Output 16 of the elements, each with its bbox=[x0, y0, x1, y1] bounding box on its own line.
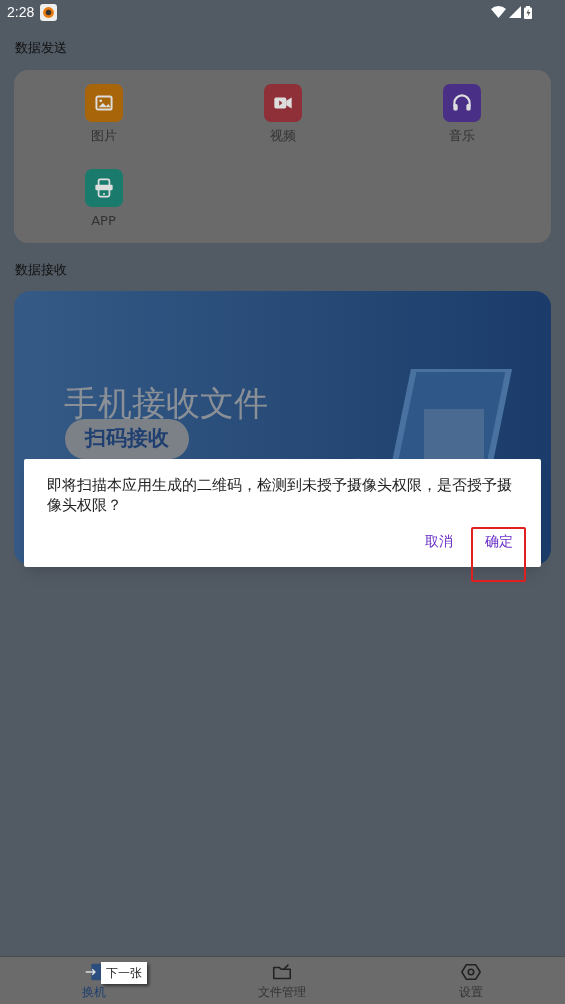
app-tile-icon[interactable] bbox=[84, 169, 123, 207]
wifi-icon bbox=[491, 6, 506, 18]
dialog-button[interactable]: 确定 bbox=[479, 529, 519, 553]
scan-receive-button[interactable]: 扫码接收 bbox=[65, 419, 189, 459]
dialog-button[interactable]: 取消 bbox=[419, 529, 459, 553]
music-tile-icon[interactable] bbox=[442, 84, 481, 122]
tooltip: 下一张 bbox=[101, 962, 147, 984]
section-title: 数据接收 bbox=[14, 261, 68, 279]
battery-icon bbox=[524, 5, 532, 19]
signal-icon bbox=[509, 6, 521, 18]
dialog-message: 即将扫描本应用生成的二维码，检测到未授予摄像头权限，是否授予摄像头权限？ bbox=[47, 476, 513, 515]
section-title: 数据发送 bbox=[14, 39, 68, 57]
video-tile-icon[interactable] bbox=[263, 84, 302, 122]
image-tile-icon[interactable] bbox=[84, 84, 123, 122]
status-time: 2:28 bbox=[7, 2, 35, 22]
app-notification-icon bbox=[40, 3, 58, 21]
